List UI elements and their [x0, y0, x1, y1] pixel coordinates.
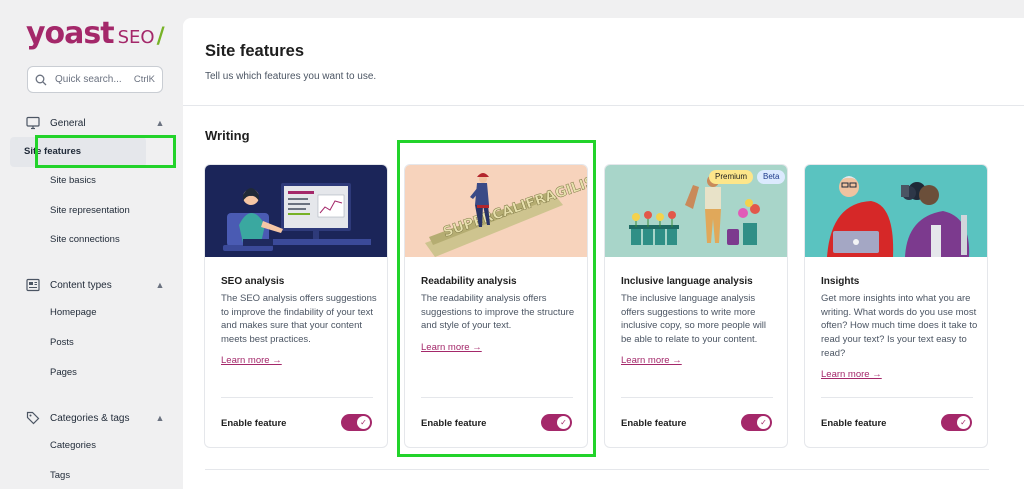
card-title: Readability analysis	[421, 276, 517, 287]
enable-feature-toggle[interactable]: ✓	[941, 414, 972, 431]
nav-section-label: General	[50, 117, 86, 129]
learn-more-link[interactable]: Learn more →	[421, 342, 482, 353]
card-description: The inclusive language analysis offers s…	[621, 293, 767, 346]
enable-feature-label: Enable feature	[421, 418, 487, 429]
sidebar-item-homepage[interactable]: Homepage	[50, 304, 96, 322]
beta-badge: Beta	[757, 170, 786, 184]
feature-card-inclusive-language-analysis: Premium Beta Inclusive language analysis…	[604, 164, 788, 448]
sidebar-item-site-representation[interactable]: Site representation	[50, 202, 130, 220]
search-shortcut: CtrlK	[133, 74, 155, 85]
nav-section-label: Content types	[50, 279, 112, 291]
enable-feature-toggle[interactable]: ✓	[541, 414, 572, 431]
chevron-up-icon[interactable]: ▲	[154, 118, 166, 128]
desktop-icon	[26, 116, 40, 130]
chevron-up-icon[interactable]: ▲	[154, 413, 166, 423]
check-icon: ✓	[557, 416, 570, 429]
enable-feature-label: Enable feature	[221, 418, 287, 429]
insights-illustration	[805, 165, 987, 257]
sidebar-item-categories[interactable]: Categories	[50, 437, 96, 455]
feature-card-readability-analysis: SUPERCALIFRAGILISTIC Readability analysi…	[404, 164, 588, 448]
tag-icon	[26, 411, 40, 425]
nav-section-general[interactable]: General ▲	[26, 114, 166, 132]
card-title: SEO analysis	[221, 276, 285, 287]
header-divider	[183, 105, 1024, 106]
sidebar-item-site-features[interactable]: Site features	[10, 137, 146, 167]
search-placeholder: Quick search...	[55, 74, 122, 85]
sidebar-item-site-basics[interactable]: Site basics	[50, 172, 96, 190]
sidebar: yoast SEO / Quick search... CtrlK Genera…	[0, 0, 183, 489]
enable-feature-label: Enable feature	[821, 418, 887, 429]
seo-analysis-illustration	[205, 165, 387, 257]
check-icon: ✓	[757, 416, 770, 429]
nav-section-label: Categories & tags	[50, 412, 130, 424]
enable-feature-label: Enable feature	[621, 418, 687, 429]
card-description: Get more insights into what you are writ…	[821, 293, 978, 359]
sidebar-item-site-connections[interactable]: Site connections	[50, 231, 120, 249]
feature-card-seo-analysis: SEO analysis The SEO analysis offers sug…	[204, 164, 388, 448]
card-description: The readability analysis offers suggesti…	[421, 293, 575, 332]
card-divider	[421, 397, 573, 398]
section-divider	[205, 469, 989, 470]
newspaper-icon	[26, 278, 40, 292]
premium-badge: Premium	[709, 170, 754, 184]
page-title: Site features	[205, 42, 305, 60]
check-icon: ✓	[357, 416, 370, 429]
logo-brand: yoast	[26, 16, 115, 51]
main-panel: Site features Tell us which features you…	[183, 18, 1024, 489]
page-subtitle: Tell us which features you want to use.	[205, 71, 377, 82]
sidebar-item-pages[interactable]: Pages	[50, 364, 77, 382]
card-divider	[621, 397, 773, 398]
chevron-up-icon[interactable]: ▲	[154, 280, 166, 290]
learn-more-link[interactable]: Learn more →	[221, 355, 282, 366]
nav-section-content-types[interactable]: Content types ▲	[26, 276, 166, 294]
logo-slash: /	[156, 24, 165, 49]
learn-more-link[interactable]: Learn more →	[821, 369, 882, 380]
check-icon: ✓	[957, 416, 970, 429]
enable-feature-toggle[interactable]: ✓	[741, 414, 772, 431]
sidebar-item-posts[interactable]: Posts	[50, 334, 74, 352]
readability-analysis-illustration: SUPERCALIFRAGILISTIC	[405, 165, 587, 257]
enable-feature-toggle[interactable]: ✓	[341, 414, 372, 431]
quick-search-input[interactable]: Quick search... CtrlK	[27, 66, 163, 93]
card-divider	[221, 397, 373, 398]
card-description: The SEO analysis offers suggestions to i…	[221, 293, 377, 346]
card-title: Insights	[821, 276, 860, 287]
card-divider	[821, 397, 973, 398]
search-icon	[35, 74, 47, 85]
logo-product: SEO	[117, 27, 155, 48]
feature-card-insights: Insights Get more insights into what you…	[804, 164, 988, 448]
sidebar-item-tags[interactable]: Tags	[50, 467, 70, 485]
learn-more-link[interactable]: Learn more →	[621, 355, 682, 366]
card-title: Inclusive language analysis	[621, 276, 753, 287]
yoast-seo-logo[interactable]: yoast SEO /	[26, 16, 165, 51]
section-title-writing: Writing	[205, 128, 250, 143]
nav-section-categories-tags[interactable]: Categories & tags ▲	[26, 409, 166, 427]
